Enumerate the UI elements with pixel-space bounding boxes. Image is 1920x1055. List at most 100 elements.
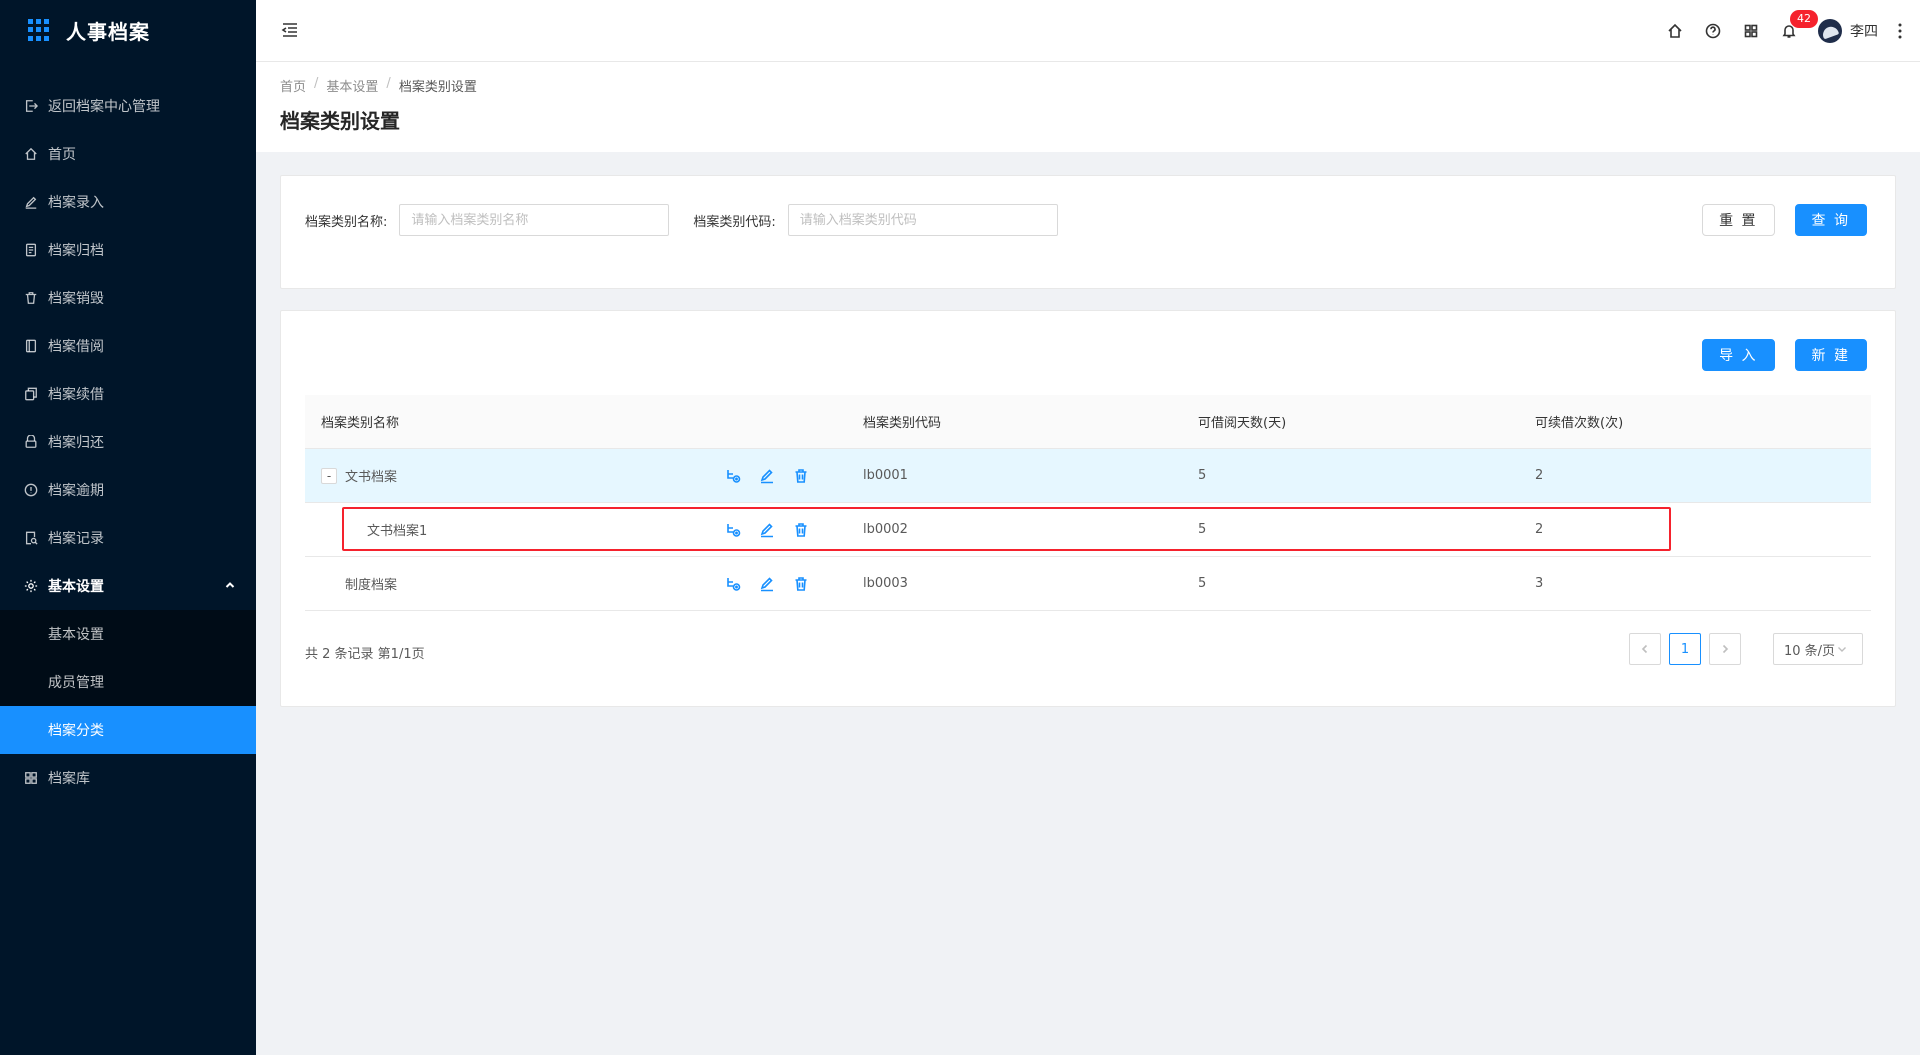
breadcrumb-separator: / [314,76,319,91]
renewal-count: 3 [1535,576,1544,591]
row-actions [725,522,863,538]
column-header-code: 档案类别代码 [863,416,942,431]
table-row[interactable]: - 文书档案 lb0001 5 2 [305,449,1871,503]
new-button[interactable]: 新 建 [1794,339,1867,371]
edit-icon[interactable] [759,468,775,484]
sidebar-item-members[interactable]: 成员管理 [0,658,256,706]
avatar [1818,19,1842,43]
page-header: 首页 / 基本设置 / 档案类别设置 档案类别设置 [256,62,1920,152]
category-code-label: 档案类别代码: [693,214,776,230]
search-actions: 重 置 查 询 [1702,204,1867,236]
notification-badge: 42 [1790,10,1818,28]
app-logo[interactable]: 人事档案 [0,0,256,60]
menu-fold-icon[interactable] [280,20,300,40]
chevron-down-icon [1838,647,1847,652]
apps-grid-icon [28,19,50,41]
row-actions [725,576,863,592]
sidebar-item-label: 档案归还 [48,435,104,451]
category-code: lb0001 [863,468,908,483]
add-child-icon[interactable] [725,522,741,538]
edit-icon [24,195,38,209]
category-name: 文书档案 [345,470,398,485]
sidebar-item-borrow[interactable]: 档案借阅 [0,322,256,370]
edit-icon[interactable] [759,576,775,592]
page-number[interactable]: 1 [1669,633,1701,665]
reset-button[interactable]: 重 置 [1702,204,1775,236]
borrow-days: 5 [1198,576,1207,591]
sidebar-item-back[interactable]: 返回档案中心管理 [0,82,256,130]
book-icon [24,339,38,353]
settings-icon [24,579,38,593]
delete-icon[interactable] [793,468,809,484]
sidebar-item-label: 档案记录 [48,531,104,547]
borrow-days: 5 [1198,468,1207,483]
category-name-input[interactable] [399,204,670,236]
header-actions: 42 李四 [1656,0,1908,62]
column-header-renewals: 可续借次数(次) [1535,416,1624,431]
category-name-label: 档案类别名称: [305,214,388,230]
query-button[interactable]: 查 询 [1794,204,1867,236]
apps-icon[interactable] [1732,0,1770,62]
sidebar-item-categories[interactable]: 档案分类 [0,706,256,754]
add-child-icon[interactable] [725,576,741,592]
user-name: 李四 [1850,24,1878,40]
sidebar-item-label: 档案录入 [48,195,104,211]
collapse-toggle[interactable]: - [321,467,337,484]
sidebar-item-label: 基本设置 [48,627,104,643]
next-page-button[interactable] [1709,633,1741,665]
page-size-select[interactable]: 10 条/页 [1773,633,1863,665]
sidebar-item-settings[interactable]: 基本设置 [0,562,256,610]
table-row[interactable]: 制度档案 lb0003 5 3 [305,557,1871,611]
sidebar-item-label: 首页 [48,147,76,163]
column-header-days: 可借阅天数(天) [1198,416,1287,431]
import-button[interactable]: 导 入 [1702,339,1775,371]
renewal-count: 2 [1535,522,1544,537]
prev-page-button[interactable] [1629,633,1661,665]
column-header-name: 档案类别名称 [321,416,400,431]
app-title: 人事档案 [66,19,150,44]
breadcrumb-current: 档案类别设置 [398,80,477,95]
help-icon[interactable] [1694,0,1732,62]
table-row[interactable]: 文书档案1 lb0002 5 2 [305,503,1871,557]
sidebar-item-records[interactable]: 档案记录 [0,514,256,562]
sidebar-item-renew[interactable]: 档案续借 [0,370,256,418]
sidebar-item-label: 档案借阅 [48,339,104,355]
sidebar-item-label: 档案库 [48,771,90,787]
sidebar-menu: 返回档案中心管理 首页 档案录入 档案归档 档案销毁 档案借阅 档案续借 档案归… [0,82,256,802]
grid-icon [24,771,38,785]
file-text-icon [24,243,38,257]
inbox-icon [24,435,38,449]
notification-bell-icon[interactable]: 42 [1770,0,1818,62]
category-code-input[interactable] [787,204,1058,236]
breadcrumb-parent[interactable]: 基本设置 [326,76,378,95]
home-icon [24,147,38,161]
home-icon[interactable] [1656,0,1694,62]
sidebar-item-home[interactable]: 首页 [0,130,256,178]
table-header: 档案类别名称 档案类别代码 可借阅天数(天) 可续借次数(次) [305,395,1871,449]
edit-icon[interactable] [759,522,775,538]
category-table: 档案类别名称 档案类别代码 可借阅天数(天) 可续借次数(次) - 文书档案 l… [305,395,1871,611]
search-panel: 档案类别名称: 档案类别代码: 重 置 查 询 [280,175,1896,289]
sidebar-item-entry[interactable]: 档案录入 [0,178,256,226]
sidebar-item-return[interactable]: 档案归还 [0,418,256,466]
borrow-days: 5 [1198,522,1207,537]
sidebar-item-library[interactable]: 档案库 [0,754,256,802]
more-vertical-icon[interactable] [1892,0,1908,62]
settings-submenu: 基本设置 成员管理 档案分类 [0,610,256,754]
sidebar-item-basic-settings[interactable]: 基本设置 [0,610,256,658]
delete-icon[interactable] [793,522,809,538]
breadcrumb-home[interactable]: 首页 [280,76,306,95]
chevron-up-icon [224,579,236,591]
sidebar-item-label: 成员管理 [48,675,104,691]
sidebar-item-overdue[interactable]: 档案逾期 [0,466,256,514]
table-panel: 导 入 新 建 档案类别名称 档案类别代码 可借阅天数(天) 可续借次数(次) … [280,310,1896,707]
breadcrumb: 首页 / 基本设置 / 档案类别设置 [280,76,1896,95]
add-child-icon[interactable] [725,468,741,484]
sidebar-item-destroy[interactable]: 档案销毁 [0,274,256,322]
delete-icon[interactable] [793,576,809,592]
user-menu[interactable]: 李四 [1818,19,1878,43]
sidebar-item-archive[interactable]: 档案归档 [0,226,256,274]
alert-circle-icon [24,483,38,497]
sidebar: 人事档案 返回档案中心管理 首页 档案录入 档案归档 档案销毁 档案借阅 档案续… [0,0,256,1055]
category-code: lb0002 [863,522,908,537]
